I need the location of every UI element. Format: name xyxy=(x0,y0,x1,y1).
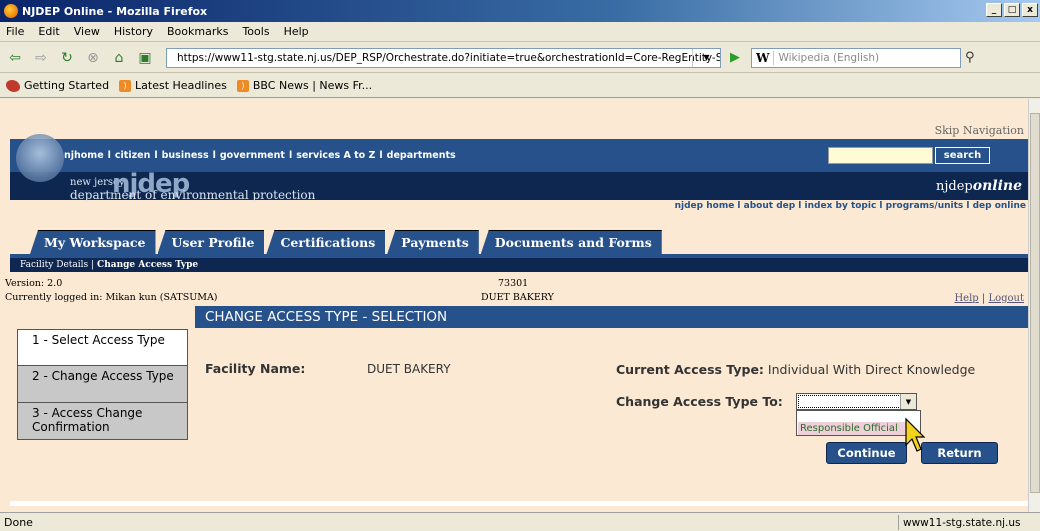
section-title: CHANGE ACCESS TYPE - SELECTION xyxy=(195,306,1028,328)
topnav-services[interactable]: services A to Z xyxy=(296,150,375,161)
close-button[interactable]: x xyxy=(1022,3,1038,17)
bookmark-label: Latest Headlines xyxy=(135,79,227,92)
current-access-label: Current Access Type: xyxy=(616,362,764,377)
tab-payments[interactable]: Payments xyxy=(387,230,479,254)
topnav-citizen[interactable]: citizen xyxy=(115,150,150,161)
change-access-label: Change Access Type To: xyxy=(616,394,783,409)
facility-name-value: DUET BAKERY xyxy=(367,362,451,376)
wizard-steps: 1 - Select Access Type 2 - Change Access… xyxy=(17,329,188,440)
footer-divider xyxy=(10,501,1028,506)
status-host: www11-stg.state.nj.us xyxy=(898,515,1040,530)
status-text: Done xyxy=(4,515,33,529)
menu-file[interactable]: File xyxy=(6,25,24,38)
step-select-access-type: 1 - Select Access Type xyxy=(17,329,188,366)
menu-bookmarks[interactable]: Bookmarks xyxy=(167,25,228,38)
topnav-departments[interactable]: departments xyxy=(387,150,456,161)
reload-icon[interactable]: ↻ xyxy=(56,48,78,68)
search-engine-icon[interactable]: W xyxy=(752,50,775,65)
forward-icon[interactable]: ⇨ xyxy=(30,48,52,68)
logo-department-name: department of environmental protection xyxy=(70,188,316,202)
facility-name-label: Facility Name: xyxy=(205,361,306,376)
skip-navigation-link[interactable]: Skip Navigation xyxy=(935,124,1024,137)
access-type-dropdown-list: Responsible Official xyxy=(796,410,921,436)
tab-user-profile[interactable]: User Profile xyxy=(157,230,265,254)
minimize-button[interactable]: _ xyxy=(986,3,1002,17)
change-access-type-select[interactable]: ▼ xyxy=(796,393,917,410)
bookmark-bbc-news[interactable]: ) BBC News | News Fr... xyxy=(236,79,373,92)
status-bar: Done www11-stg.state.nj.us xyxy=(0,512,1040,531)
firefox-bookmark-icon xyxy=(6,79,20,92)
bookmark-label: BBC News | News Fr... xyxy=(252,79,373,92)
help-links: Help | Logout xyxy=(954,293,1024,304)
page-content: Skip Navigation njhome l citizen l busines… xyxy=(0,99,1028,512)
njdep-online-brand: njdeponline xyxy=(936,178,1022,194)
help-link[interactable]: Help xyxy=(954,293,978,304)
window-title: NJDEP Online - Mozilla Firefox xyxy=(22,4,208,18)
maximize-button[interactable]: □ xyxy=(1004,3,1020,17)
logged-in-text: Currently logged in: Mikan kun (SATSUMA) xyxy=(5,292,218,303)
url-bar[interactable]: https://www11-stg.state.nj.us/DEP_RSP/Or… xyxy=(166,47,721,68)
return-button[interactable]: Return xyxy=(921,442,998,464)
topnav-government[interactable]: government xyxy=(220,150,285,161)
bookmark-label: Getting Started xyxy=(24,79,110,92)
version-text: Version: 2.0 xyxy=(5,278,63,289)
bookmarks-toolbar: Getting Started ) Latest Headlines ) BBC… xyxy=(0,74,1040,98)
topnav-business[interactable]: business xyxy=(162,150,209,161)
search-icon[interactable]: ⚲ xyxy=(965,50,975,65)
current-access-value: Individual With Direct Knowledge xyxy=(767,362,976,377)
rss-icon: ) xyxy=(119,79,132,92)
facility-name-header: DUET BAKERY xyxy=(481,292,554,303)
site-search-input[interactable] xyxy=(828,147,933,164)
tab-documents-and-forms[interactable]: Documents and Forms xyxy=(480,230,662,254)
url-text: https://www11-stg.state.nj.us/DEP_RSP/Or… xyxy=(177,51,721,64)
site-identity-icon xyxy=(168,54,174,61)
search-placeholder: Wikipedia (English) xyxy=(778,51,880,64)
bookmark-page-icon[interactable]: ▣ xyxy=(134,48,156,68)
menu-view[interactable]: View xyxy=(74,25,100,38)
menu-history[interactable]: History xyxy=(114,25,153,38)
breadcrumb: Facility Details | Change Access Type xyxy=(10,258,1028,272)
topnav-njhome[interactable]: njhome xyxy=(64,150,104,161)
window-titlebar: NJDEP Online - Mozilla Firefox _ □ x xyxy=(0,0,1040,22)
logout-link[interactable]: Logout xyxy=(988,293,1024,304)
tab-my-workspace[interactable]: My Workspace xyxy=(30,230,156,254)
menu-help[interactable]: Help xyxy=(284,25,309,38)
go-icon[interactable]: ▶ xyxy=(725,48,745,68)
rss-icon: ) xyxy=(236,79,249,92)
back-icon[interactable]: ⇦ xyxy=(4,48,26,68)
step-access-change-confirmation: 3 - Access Change Confirmation xyxy=(17,403,188,440)
current-access-type: Current Access Type: Individual With Dir… xyxy=(616,362,975,377)
menu-edit[interactable]: Edit xyxy=(38,25,59,38)
facility-id: 73301 xyxy=(498,278,529,289)
main-tabs: My Workspace User Profile Certifications… xyxy=(30,230,664,254)
nj-seal-logo xyxy=(16,134,64,182)
scrollbar-thumb[interactable] xyxy=(1030,113,1040,493)
chevron-down-icon[interactable]: ▼ xyxy=(900,394,916,409)
bookmark-latest-headlines[interactable]: ) Latest Headlines xyxy=(119,79,227,92)
continue-button[interactable]: Continue xyxy=(826,442,907,464)
mouse-cursor-icon xyxy=(905,417,926,452)
vertical-scrollbar[interactable] xyxy=(1028,99,1040,512)
tab-certifications[interactable]: Certifications xyxy=(266,230,386,254)
breadcrumb-current: Change Access Type xyxy=(97,260,199,270)
bookmark-getting-started[interactable]: Getting Started xyxy=(6,79,109,92)
firefox-icon xyxy=(4,4,18,18)
stop-icon[interactable]: ⊗ xyxy=(82,48,104,68)
site-search-button[interactable]: search xyxy=(935,147,990,164)
navigation-toolbar: ⇦ ⇨ ↻ ⊗ ⌂ ▣ https://www11-stg.state.nj.u… xyxy=(0,43,1040,73)
option-responsible-official[interactable]: Responsible Official xyxy=(798,422,908,435)
url-dropdown-icon[interactable]: ▼ xyxy=(692,48,720,67)
menu-tools[interactable]: Tools xyxy=(242,25,269,38)
step-change-access-type: 2 - Change Access Type xyxy=(17,366,188,403)
secondary-nav[interactable]: njdep home l about dep l index by topic … xyxy=(675,201,1026,211)
menu-bar: File Edit View History Bookmarks Tools H… xyxy=(0,22,1040,42)
top-nav-banner: njhome l citizen l business l government l s… xyxy=(10,139,1028,172)
search-bar[interactable]: W Wikipedia (English) xyxy=(751,47,961,68)
breadcrumb-facility-details[interactable]: Facility Details | xyxy=(20,260,94,270)
home-icon[interactable]: ⌂ xyxy=(108,48,130,68)
